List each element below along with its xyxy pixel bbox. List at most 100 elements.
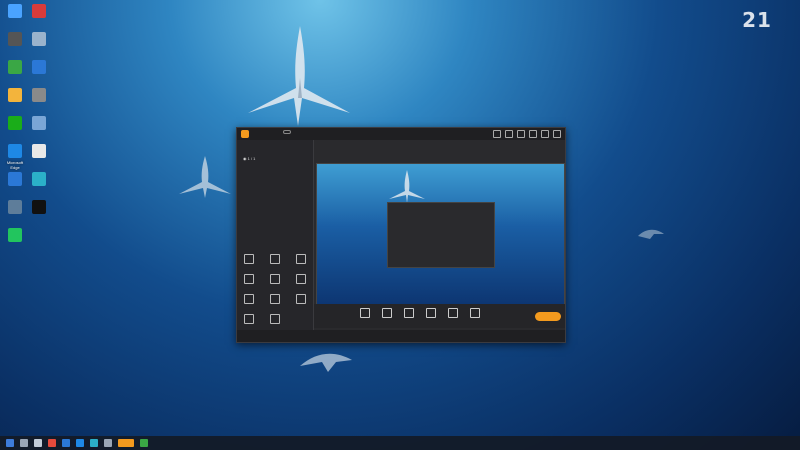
cart-icon [244, 294, 254, 304]
mic-icon [360, 308, 370, 318]
desktop-icon-14[interactable] [2, 200, 28, 216]
desktop-icon-8[interactable] [2, 116, 28, 132]
close-icon[interactable] [553, 130, 561, 138]
control-button-2[interactable] [400, 308, 418, 320]
avatar-icon[interactable] [493, 130, 501, 138]
tool-8[interactable] [291, 294, 311, 306]
tool-3[interactable] [239, 274, 259, 286]
box-icon [296, 294, 306, 304]
tool-2[interactable] [291, 254, 311, 266]
user-icon [244, 314, 254, 324]
desktop-icon-7[interactable] [26, 88, 52, 104]
desktop-app-icon [32, 116, 46, 130]
tool-4[interactable] [265, 274, 285, 286]
search-icon[interactable] [20, 439, 28, 447]
start-button[interactable] [6, 439, 14, 447]
app-logo-icon [241, 130, 249, 138]
edge-icon[interactable] [76, 439, 84, 447]
app-icon-1[interactable] [62, 439, 70, 447]
task-view-icon[interactable] [34, 439, 42, 447]
desktop-app-icon [8, 88, 22, 102]
desktop-icon-12[interactable] [2, 172, 28, 188]
manta-ray-bottom-image [300, 353, 352, 372]
watermark-logo: 21 [730, 8, 784, 32]
control-button-4[interactable] [444, 308, 462, 320]
start-live-button[interactable] [535, 312, 561, 321]
desktop-app-icon [8, 32, 22, 46]
location-icon [382, 308, 392, 318]
add-icon [426, 308, 436, 318]
game-icon [296, 254, 306, 264]
desktop-icon-11[interactable] [26, 144, 52, 160]
desktop-icon [404, 308, 414, 318]
app-icon-3[interactable] [104, 439, 112, 447]
desktop-app-icon [32, 32, 46, 46]
film-icon [244, 274, 254, 284]
taskbar [0, 436, 800, 450]
desktop-app-icon [8, 144, 22, 158]
desktop-icon-10[interactable]: Microsoft Edge [2, 144, 28, 170]
desktop-icon-label: Microsoft Edge [6, 160, 24, 170]
desktop-icon-6[interactable] [2, 88, 28, 104]
tool-1[interactable] [265, 254, 285, 266]
desktop-icon-3[interactable] [26, 32, 52, 48]
control-button-3[interactable] [422, 308, 440, 320]
control-button-0[interactable] [356, 308, 374, 320]
desktop-app-icon [8, 172, 22, 186]
scene-panel: ◉ 1 / 1 [237, 140, 314, 330]
text-icon [270, 274, 280, 284]
live-preview[interactable] [316, 163, 565, 305]
scene-item[interactable]: ◉ 1 / 1 [243, 156, 255, 161]
desktop-app-icon [8, 116, 22, 130]
scene-label: 1 / 1 [247, 156, 256, 161]
image-icon [296, 274, 306, 284]
speaker-icon [470, 308, 480, 318]
watermark-big-text: 21 [742, 8, 772, 32]
app-icon-4[interactable] [140, 439, 148, 447]
desktop-app-icon [8, 60, 22, 74]
desktop-icon-16[interactable] [2, 228, 28, 244]
settings-icon[interactable] [517, 130, 525, 138]
browser-icon[interactable] [48, 439, 56, 447]
desktop-icon-5[interactable] [26, 60, 52, 76]
manta-ray-small-image [179, 156, 231, 198]
camera-icon [244, 254, 254, 264]
desktop-app-icon [32, 172, 46, 186]
tool-10[interactable] [265, 314, 285, 326]
desktop-icon-2[interactable] [2, 32, 28, 48]
desktop-app-icon [8, 200, 22, 214]
desktop-icon-4[interactable] [2, 60, 28, 76]
more-icon [270, 314, 280, 324]
tool-7[interactable] [265, 294, 285, 306]
manta-ray-distant-image [638, 229, 664, 239]
desktop-icon-13[interactable] [26, 172, 52, 188]
desktop-app-icon [8, 228, 22, 242]
desktop-icon-0[interactable] [2, 4, 28, 20]
desktop-app-icon [32, 60, 46, 74]
app-titlebar[interactable] [237, 128, 565, 140]
control-button-5[interactable] [466, 308, 484, 320]
live-streaming-app-window[interactable]: ◉ 1 / 1 [236, 127, 566, 343]
eye-icon[interactable]: ◉ [243, 156, 247, 161]
version-badge[interactable] [283, 130, 291, 134]
live-app-taskbar-icon[interactable] [118, 439, 134, 447]
nested-app-preview [387, 202, 495, 268]
desktop-icon-15[interactable] [26, 200, 52, 216]
desktop-icon-1[interactable] [26, 4, 52, 20]
tool-9[interactable] [239, 314, 259, 326]
control-button-1[interactable] [378, 308, 396, 320]
app-icon-2[interactable] [90, 439, 98, 447]
maximize-icon[interactable] [541, 130, 549, 138]
minimize-icon[interactable] [529, 130, 537, 138]
tool-0[interactable] [239, 254, 259, 266]
tool-6[interactable] [239, 294, 259, 306]
headset-icon [448, 308, 458, 318]
desktop-app-icon [32, 200, 46, 214]
tool-5[interactable] [291, 274, 311, 286]
desktop-app-icon [32, 144, 46, 158]
desktop-icon-9[interactable] [26, 116, 52, 132]
message-icon[interactable] [505, 130, 513, 138]
control-bar [314, 304, 565, 328]
desktop-app-icon [32, 4, 46, 18]
status-bar [237, 330, 565, 342]
